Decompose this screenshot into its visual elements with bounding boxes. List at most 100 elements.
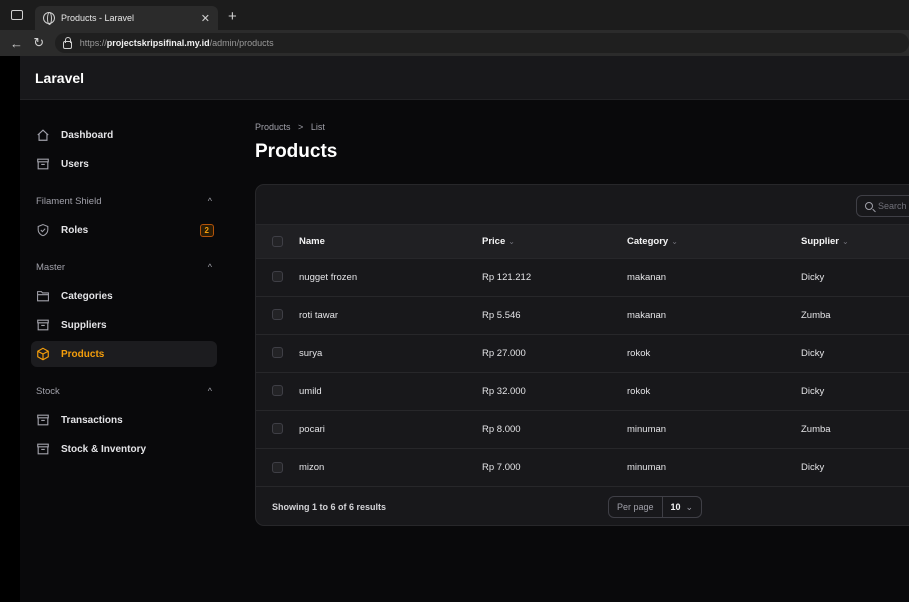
chevron-up-icon[interactable]: ^ <box>208 386 212 396</box>
chevron-up-icon[interactable]: ^ <box>208 196 212 206</box>
close-tab-icon[interactable]: ✕ <box>201 12 210 25</box>
new-tab-icon[interactable]: + <box>228 8 237 25</box>
nav-group-label: Master <box>36 261 66 273</box>
breadcrumb-current: List <box>310 122 325 132</box>
cell-name[interactable]: pocari <box>299 410 482 448</box>
table-toolbar: Search <box>256 185 909 225</box>
per-page-label: Per page <box>609 497 663 517</box>
sidebar-item-products[interactable]: Products <box>31 341 217 367</box>
home-icon <box>37 129 49 141</box>
sidebar-item-transactions[interactable]: Transactions <box>31 407 217 433</box>
cell-name[interactable]: surya <box>299 334 482 372</box>
table-row[interactable]: roti tawar Rp 5.546 makanan Zumba <box>256 296 909 334</box>
cell-supplier[interactable]: Dicky <box>801 334 909 372</box>
browser-tab[interactable]: Products - Laravel ✕ <box>35 6 218 30</box>
sidebar-item-stock-inventory[interactable]: Stock & Inventory <box>31 436 217 462</box>
cell-price[interactable]: Rp 27.000 <box>482 334 627 372</box>
select-all-checkbox[interactable] <box>272 235 283 247</box>
sidebar-item-suppliers[interactable]: Suppliers <box>31 312 217 338</box>
cell-name[interactable]: nugget frozen <box>299 258 482 296</box>
products-table-card: Search Name Price ⌄ Category ⌄ Supplier ⌄ <box>255 184 909 526</box>
row-checkbox[interactable] <box>272 385 283 397</box>
column-header-name[interactable]: Name <box>299 225 482 258</box>
cell-supplier[interactable]: Dicky <box>801 258 909 296</box>
address-bar: ← ↻ https://projectskripsifinal.my.id/ad… <box>0 30 909 56</box>
folder-icon <box>37 291 49 302</box>
cell-supplier[interactable]: Zumba <box>801 296 909 334</box>
nav-group-master[interactable]: Master ^ <box>31 255 217 279</box>
table-header-row: Name Price ⌄ Category ⌄ Supplier ⌄ <box>256 225 909 258</box>
cell-category[interactable]: rokok <box>627 334 801 372</box>
sidebar-item-label: Dashboard <box>61 129 114 141</box>
cell-price[interactable]: Rp 7.000 <box>482 448 627 486</box>
cell-category[interactable]: makanan <box>627 258 801 296</box>
page-title: Products <box>255 141 338 162</box>
column-header-category[interactable]: Category ⌄ <box>627 225 801 258</box>
sidebar-item-label: Roles <box>61 224 89 236</box>
app-window: Laravel Dashboard Users Filament Shield … <box>20 56 909 602</box>
row-checkbox[interactable] <box>272 271 283 283</box>
per-page-select[interactable]: Per page 10 ⌄ <box>608 496 703 518</box>
tab-title: Products - Laravel <box>61 13 135 23</box>
url-field[interactable]: https://projectskripsifinal.my.id/admin/… <box>54 33 909 53</box>
cell-price[interactable]: Rp 8.000 <box>482 410 627 448</box>
brand-logo[interactable]: Laravel <box>35 70 84 86</box>
table-row[interactable]: umild Rp 32.000 rokok Dicky <box>256 372 909 410</box>
url-text[interactable]: https://projectskripsifinal.my.id/admin/… <box>80 38 274 48</box>
table-row[interactable]: pocari Rp 8.000 minuman Zumba <box>256 410 909 448</box>
cell-category[interactable]: rokok <box>627 372 801 410</box>
sidebar-item-roles[interactable]: Roles 2 <box>31 217 217 243</box>
box-icon <box>37 158 49 170</box>
search-placeholder: Search <box>878 201 907 211</box>
breadcrumb: Products > List <box>255 122 325 132</box>
row-checkbox[interactable] <box>272 309 283 321</box>
cell-name[interactable]: roti tawar <box>299 296 482 334</box>
cell-supplier[interactable]: Zumba <box>801 410 909 448</box>
column-header-supplier[interactable]: Supplier ⌄ <box>801 225 909 258</box>
sidebar-item-label: Products <box>61 348 105 360</box>
cell-category[interactable]: minuman <box>627 410 801 448</box>
search-icon <box>865 202 873 210</box>
breadcrumb-link-products[interactable]: Products <box>255 122 291 132</box>
per-page-value[interactable]: 10 ⌄ <box>663 502 702 513</box>
shield-check-icon <box>37 224 49 237</box>
cell-name[interactable]: umild <box>299 372 482 410</box>
chevron-up-icon[interactable]: ^ <box>208 262 212 272</box>
nav-group-filament-shield[interactable]: Filament Shield ^ <box>31 189 217 213</box>
row-checkbox[interactable] <box>272 461 283 473</box>
globe-icon <box>43 12 55 25</box>
chevron-down-icon: ⌄ <box>685 501 694 512</box>
sidebar-item-dashboard[interactable]: Dashboard <box>31 122 217 148</box>
column-header-price[interactable]: Price ⌄ <box>482 225 627 258</box>
sidebar-item-label: Users <box>61 158 89 170</box>
back-icon[interactable]: ← <box>10 36 23 51</box>
cell-category[interactable]: minuman <box>627 448 801 486</box>
lock-icon[interactable] <box>62 36 72 49</box>
sidebar-item-categories[interactable]: Categories <box>31 283 217 309</box>
chevron-down-icon: ⌄ <box>842 236 849 246</box>
cell-name[interactable]: mizon <box>299 448 482 486</box>
row-checkbox[interactable] <box>272 347 283 359</box>
nav-group-label: Filament Shield <box>36 195 102 207</box>
sidebar-item-label: Stock & Inventory <box>61 443 147 455</box>
row-checkbox[interactable] <box>272 423 283 435</box>
cell-price[interactable]: Rp 121.212 <box>482 258 627 296</box>
search-input[interactable]: Search <box>856 195 909 217</box>
window-menu-icon[interactable] <box>11 10 23 20</box>
sidebar-item-users[interactable]: Users <box>31 151 217 177</box>
cell-supplier[interactable]: Dicky <box>801 448 909 486</box>
table-row[interactable]: nugget frozen Rp 121.212 makanan Dicky <box>256 258 909 296</box>
cell-category[interactable]: makanan <box>627 296 801 334</box>
products-table: Name Price ⌄ Category ⌄ Supplier ⌄ nugget f… <box>256 225 909 486</box>
cell-price[interactable]: Rp 32.000 <box>482 372 627 410</box>
cell-supplier[interactable]: Dicky <box>801 372 909 410</box>
sidebar-item-label: Transactions <box>61 414 123 426</box>
table-row[interactable]: mizon Rp 7.000 minuman Dicky <box>256 448 909 486</box>
reload-icon[interactable]: ↻ <box>33 35 46 51</box>
table-row[interactable]: surya Rp 27.000 rokok Dicky <box>256 334 909 372</box>
top-bar: Laravel <box>20 56 909 100</box>
box-icon <box>37 319 49 331</box>
cell-price[interactable]: Rp 5.546 <box>482 296 627 334</box>
nav-group-stock[interactable]: Stock ^ <box>31 379 217 403</box>
count-badge: 2 <box>199 223 214 237</box>
